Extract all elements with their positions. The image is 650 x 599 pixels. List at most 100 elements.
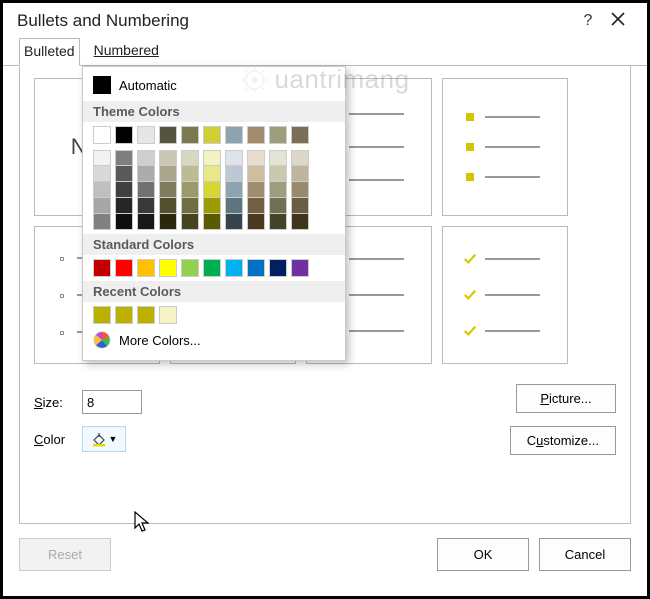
paint-bucket-icon — [91, 431, 107, 447]
tab-content: None ● ● ● ▫ ▫ ▫ ❖ ❖ ❖ — [19, 66, 631, 524]
close-button[interactable] — [603, 12, 633, 31]
help-button[interactable]: ? — [573, 12, 603, 30]
theme-shade-swatch[interactable] — [269, 150, 287, 166]
theme-shade-swatch[interactable] — [247, 214, 265, 230]
reset-button: Reset — [19, 538, 111, 571]
theme-shade-swatch[interactable] — [247, 150, 265, 166]
theme-shade-swatch[interactable] — [181, 166, 199, 182]
theme-shade-swatch[interactable] — [181, 198, 199, 214]
theme-shade-swatch[interactable] — [93, 214, 111, 230]
tab-bulleted[interactable]: Bulleted — [19, 38, 80, 66]
standard-color-swatch[interactable] — [269, 259, 287, 277]
theme-shade-swatch[interactable] — [225, 150, 243, 166]
theme-color-swatch[interactable] — [93, 126, 111, 144]
theme-shade-swatch[interactable] — [159, 214, 177, 230]
theme-shade-swatch[interactable] — [225, 166, 243, 182]
standard-color-swatch[interactable] — [115, 259, 133, 277]
theme-shade-swatch[interactable] — [181, 214, 199, 230]
standard-color-swatch[interactable] — [247, 259, 265, 277]
standard-color-swatch[interactable] — [137, 259, 155, 277]
theme-shade-swatch[interactable] — [269, 198, 287, 214]
theme-shade-swatch[interactable] — [247, 182, 265, 198]
theme-shade-swatch[interactable] — [137, 214, 155, 230]
theme-color-swatch[interactable] — [137, 126, 155, 144]
theme-shade-swatch[interactable] — [291, 182, 309, 198]
theme-shade-swatch[interactable] — [159, 182, 177, 198]
color-dropdown[interactable]: ▼ — [82, 426, 126, 452]
theme-shade-swatch[interactable] — [93, 150, 111, 166]
theme-shade-swatch[interactable] — [137, 182, 155, 198]
tab-numbered[interactable]: Numbered — [90, 38, 163, 66]
recent-color-swatch[interactable] — [93, 306, 111, 324]
theme-shade-swatch[interactable] — [203, 150, 221, 166]
theme-shade-swatch[interactable] — [137, 198, 155, 214]
recent-color-swatch[interactable] — [159, 306, 177, 324]
bullet-option-check[interactable] — [442, 226, 568, 364]
theme-shade-swatch[interactable] — [159, 198, 177, 214]
ok-button[interactable]: OK — [437, 538, 529, 571]
theme-shade-swatch[interactable] — [115, 166, 133, 182]
standard-colors-heading: Standard Colors — [83, 234, 345, 255]
recent-colors-heading: Recent Colors — [83, 281, 345, 302]
theme-shade-swatch[interactable] — [137, 150, 155, 166]
theme-color-swatch[interactable] — [247, 126, 265, 144]
theme-shade-swatch[interactable] — [291, 214, 309, 230]
theme-shade-swatch[interactable] — [225, 182, 243, 198]
picture-button[interactable]: Picture... — [516, 384, 616, 413]
theme-shade-swatch[interactable] — [225, 214, 243, 230]
theme-color-swatch[interactable] — [159, 126, 177, 144]
size-spinner[interactable]: 8 — [82, 390, 142, 414]
size-row: Size: 8 Picture... — [34, 390, 616, 414]
theme-shade-swatch[interactable] — [115, 150, 133, 166]
standard-color-swatch[interactable] — [181, 259, 199, 277]
theme-shade-swatch[interactable] — [137, 166, 155, 182]
more-colors-item[interactable]: More Colors... — [93, 328, 335, 352]
standard-color-swatch[interactable] — [159, 259, 177, 277]
theme-shade-swatch[interactable] — [115, 182, 133, 198]
recent-color-row — [93, 306, 335, 324]
chevron-down-icon: ▼ — [109, 434, 118, 444]
size-label: Size: — [34, 395, 74, 410]
theme-color-swatch[interactable] — [181, 126, 199, 144]
theme-color-swatch[interactable] — [115, 126, 133, 144]
theme-shade-swatch[interactable] — [181, 182, 199, 198]
theme-shade-swatch[interactable] — [291, 150, 309, 166]
theme-color-swatch[interactable] — [203, 126, 221, 144]
theme-shade-swatch[interactable] — [159, 166, 177, 182]
theme-shade-swatch[interactable] — [115, 214, 133, 230]
theme-shade-swatch[interactable] — [225, 198, 243, 214]
standard-color-swatch[interactable] — [93, 259, 111, 277]
bullet-square-icon — [466, 113, 474, 121]
customize-button[interactable]: Customize... — [510, 426, 616, 455]
theme-shade-swatch[interactable] — [93, 198, 111, 214]
theme-shade-swatch[interactable] — [93, 182, 111, 198]
automatic-color-item[interactable]: Automatic — [93, 73, 335, 97]
theme-shade-swatch[interactable] — [247, 166, 265, 182]
standard-color-swatch[interactable] — [291, 259, 309, 277]
standard-color-row — [93, 259, 335, 277]
recent-color-swatch[interactable] — [137, 306, 155, 324]
theme-shade-swatch[interactable] — [159, 150, 177, 166]
theme-shade-swatch[interactable] — [269, 214, 287, 230]
standard-color-swatch[interactable] — [203, 259, 221, 277]
theme-shade-swatch[interactable] — [247, 198, 265, 214]
theme-color-swatch[interactable] — [269, 126, 287, 144]
theme-shade-swatch[interactable] — [203, 214, 221, 230]
theme-shade-swatch[interactable] — [115, 198, 133, 214]
tabstrip: Bulleted Numbered — [3, 37, 647, 66]
recent-color-swatch[interactable] — [115, 306, 133, 324]
theme-color-swatch[interactable] — [225, 126, 243, 144]
theme-shade-swatch[interactable] — [291, 166, 309, 182]
theme-shade-swatch[interactable] — [203, 166, 221, 182]
theme-shade-swatch[interactable] — [291, 198, 309, 214]
bullet-option-square[interactable] — [442, 78, 568, 216]
cancel-button[interactable]: Cancel — [539, 538, 631, 571]
theme-shade-swatch[interactable] — [203, 198, 221, 214]
theme-color-swatch[interactable] — [291, 126, 309, 144]
standard-color-swatch[interactable] — [225, 259, 243, 277]
theme-shade-swatch[interactable] — [269, 166, 287, 182]
theme-shade-swatch[interactable] — [93, 166, 111, 182]
theme-shade-swatch[interactable] — [203, 182, 221, 198]
theme-shade-swatch[interactable] — [269, 182, 287, 198]
theme-shade-swatch[interactable] — [181, 150, 199, 166]
